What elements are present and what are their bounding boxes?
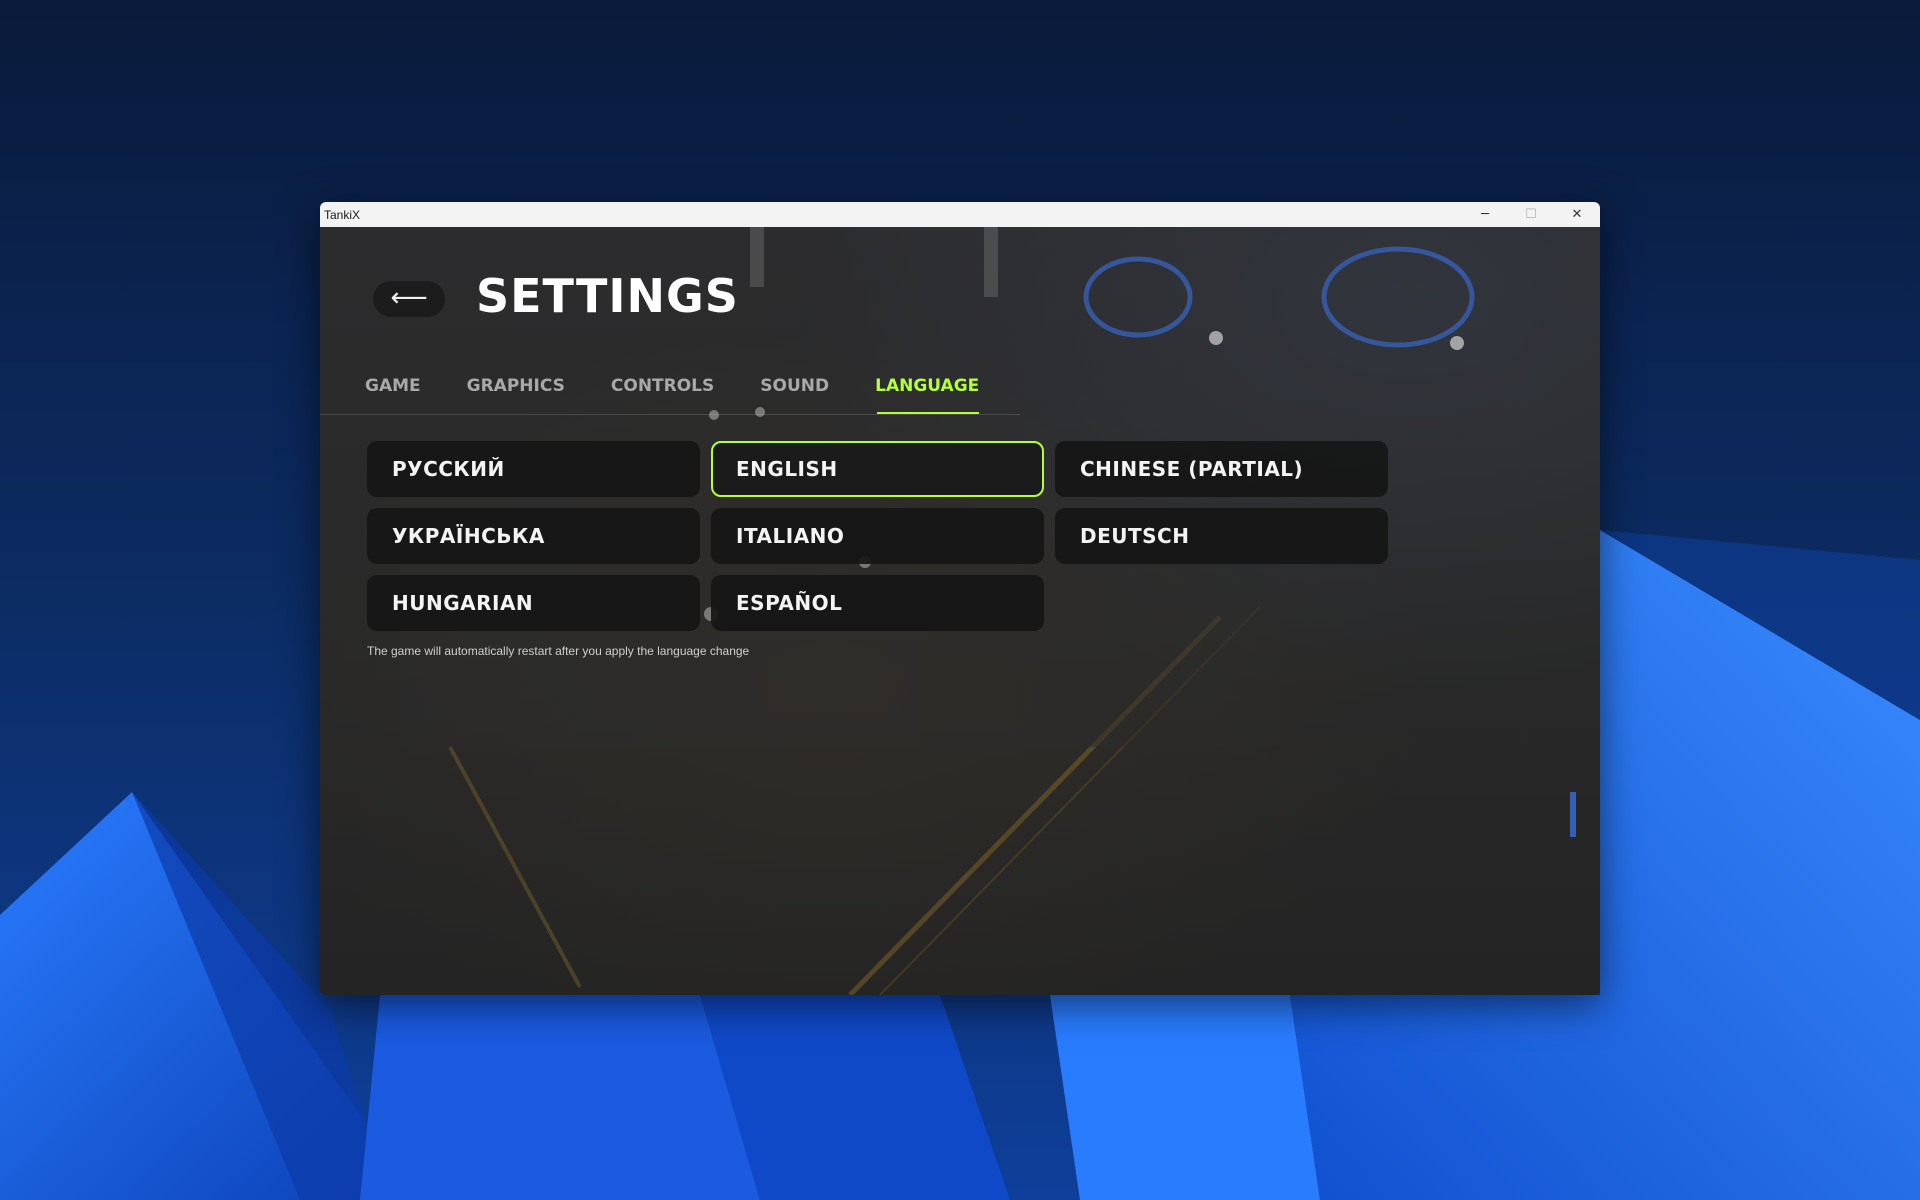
maximize-button[interactable]: ☐ (1508, 202, 1554, 227)
language-option-italian[interactable]: ITALIANO (711, 508, 1044, 564)
language-option-german[interactable]: DEUTSCH (1055, 508, 1388, 564)
tab-language[interactable]: LANGUAGE (875, 374, 980, 414)
language-option-english[interactable]: ENGLISH (711, 441, 1044, 497)
close-button[interactable]: ✕ (1554, 202, 1600, 227)
tab-controls[interactable]: CONTROLS (611, 374, 714, 414)
language-option-hungarian[interactable]: HUNGARIAN (367, 575, 700, 631)
tab-game[interactable]: GAME (365, 374, 421, 414)
window-title: TankiX (324, 207, 361, 222)
back-button[interactable]: ⟵ (373, 281, 445, 317)
page-title: SETTINGS (476, 269, 739, 323)
settings-tabs: GAME GRAPHICS CONTROLS SOUND LANGUAGE (320, 374, 1025, 415)
tab-graphics[interactable]: GRAPHICS (467, 374, 565, 414)
language-option-russian[interactable]: РУССКИЙ (367, 441, 700, 497)
restart-note: The game will automatically restart afte… (367, 644, 750, 658)
app-window: TankiX ─ ☐ ✕ ⟵ SETTINGS GAME GRAPHICS CO… (320, 202, 1600, 995)
tab-sound[interactable]: SOUND (760, 374, 829, 414)
window-controls: ─ ☐ ✕ (1462, 202, 1600, 227)
language-option-chinese[interactable]: CHINESE (PARTIAL) (1055, 441, 1388, 497)
language-option-ukrainian[interactable]: УКРАЇНСЬКА (367, 508, 700, 564)
minimize-button[interactable]: ─ (1462, 202, 1508, 227)
title-bar[interactable]: TankiX ─ ☐ ✕ (320, 202, 1600, 227)
language-option-spanish[interactable]: ESPAÑOL (711, 575, 1044, 631)
game-viewport: ⟵ SETTINGS GAME GRAPHICS CONTROLS SOUND … (320, 227, 1600, 995)
language-options: РУССКИЙ ENGLISH CHINESE (PARTIAL) УКРАЇН… (367, 441, 1388, 631)
